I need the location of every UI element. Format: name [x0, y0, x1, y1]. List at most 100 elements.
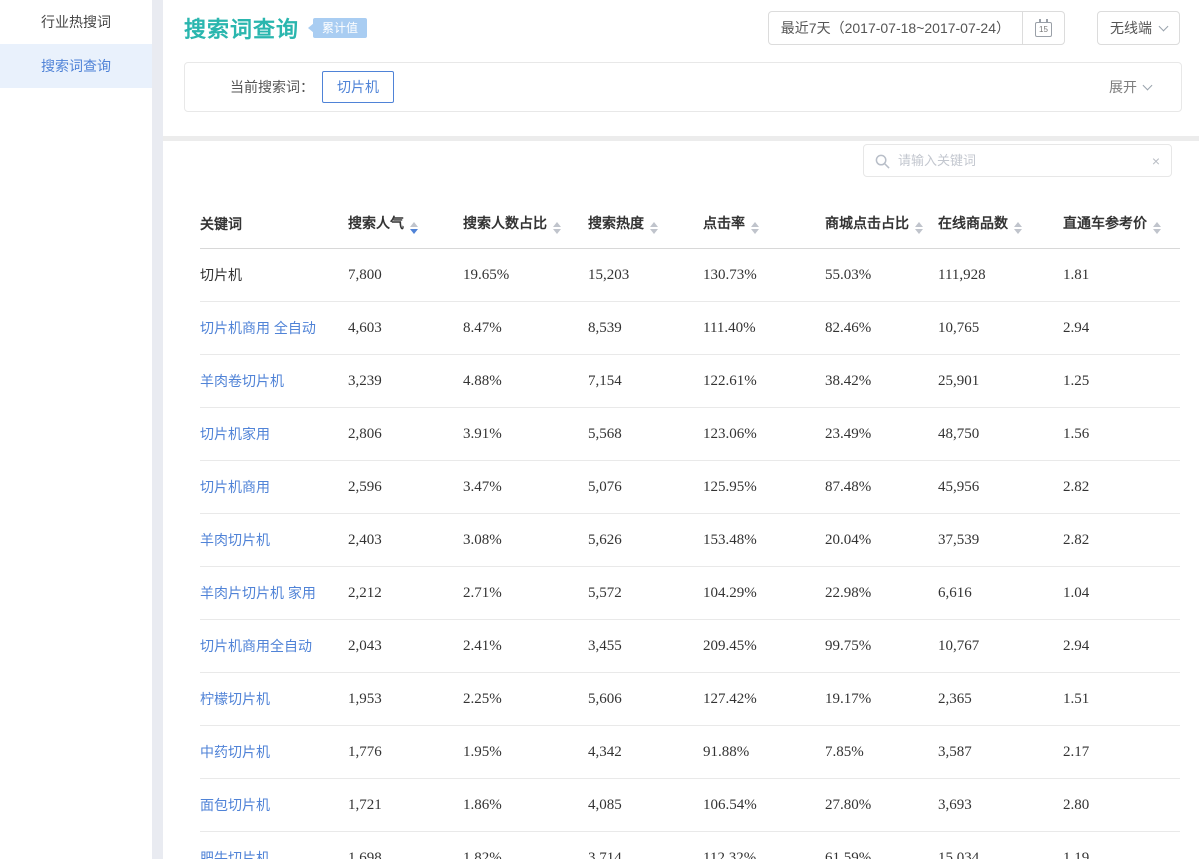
keyword-link[interactable]: 羊肉卷切片机 [200, 373, 284, 389]
keyword-link[interactable]: 柠檬切片机 [200, 691, 270, 707]
search-icon [875, 154, 890, 169]
cell-online-products: 6,616 [938, 567, 1063, 620]
column-label: 点击率 [703, 215, 745, 231]
cell-mall-click-ratio: 87.48% [825, 461, 938, 514]
cell-search-heat: 7,154 [588, 355, 703, 408]
column-header-ztc-price[interactable]: 直通车参考价 [1063, 203, 1180, 249]
column-header-searcher-ratio[interactable]: 搜索人数占比 [463, 203, 588, 249]
cell-search-heat: 15,203 [588, 249, 703, 302]
terminal-label: 无线端 [1110, 18, 1152, 38]
cell-search-popularity: 2,806 [348, 408, 463, 461]
cell-click-rate: 209.45% [703, 620, 825, 673]
table-row: 羊肉卷切片机3,2394.88%7,154122.61%38.42%25,901… [200, 355, 1180, 408]
sidebar-divider [152, 0, 163, 859]
table-row: 切片机家用2,8063.91%5,568123.06%23.49%48,7501… [200, 408, 1180, 461]
cell-click-rate: 111.40% [703, 302, 825, 355]
cell-search-popularity: 2,212 [348, 567, 463, 620]
expand-label: 展开 [1109, 77, 1137, 97]
column-label: 搜索人数占比 [463, 215, 547, 231]
sort-icon [1153, 222, 1161, 234]
clear-search-icon[interactable]: × [1152, 152, 1160, 170]
cell-search-heat: 3,455 [588, 620, 703, 673]
keyword-link[interactable]: 羊肉切片机 [200, 532, 270, 548]
cell-ztc-price: 1.25 [1063, 355, 1180, 408]
keyword-text: 切片机 [200, 267, 242, 283]
keyword-link[interactable]: 羊肉片切片机 家用 [200, 585, 316, 601]
table-row: 切片机商用 全自动4,6038.47%8,539111.40%82.46%10,… [200, 302, 1180, 355]
column-header-keyword: 关键词 [200, 203, 348, 249]
cell-searcher-ratio: 1.82% [463, 832, 588, 859]
cell-click-rate: 127.42% [703, 673, 825, 726]
keyword-link[interactable]: 切片机商用 [200, 479, 270, 495]
keyword-link[interactable]: 肥牛切片机 [200, 850, 270, 859]
cell-mall-click-ratio: 38.42% [825, 355, 938, 408]
cell-ztc-price: 1.19 [1063, 832, 1180, 859]
keyword-link[interactable]: 中药切片机 [200, 744, 270, 760]
cell-ztc-price: 2.82 [1063, 461, 1180, 514]
chevron-down-icon [1159, 21, 1169, 31]
keyword-link[interactable]: 切片机商用全自动 [200, 638, 312, 654]
cell-searcher-ratio: 3.47% [463, 461, 588, 514]
search-input[interactable] [864, 145, 1171, 176]
keyword-link[interactable]: 切片机家用 [200, 426, 270, 442]
cell-searcher-ratio: 2.71% [463, 567, 588, 620]
cell-mall-click-ratio: 61.59% [825, 832, 938, 859]
cell-ztc-price: 2.80 [1063, 779, 1180, 832]
cell-ztc-price: 2.82 [1063, 514, 1180, 567]
column-header-online-products[interactable]: 在线商品数 [938, 203, 1063, 249]
cell-online-products: 111,928 [938, 249, 1063, 302]
cell-mall-click-ratio: 20.04% [825, 514, 938, 567]
cell-online-products: 25,901 [938, 355, 1063, 408]
sort-icon [553, 222, 561, 234]
table-row: 切片机商用全自动2,0432.41%3,455209.45%99.75%10,7… [200, 620, 1180, 673]
column-header-search-popularity[interactable]: 搜索人气 [348, 203, 463, 249]
cell-mall-click-ratio: 19.17% [825, 673, 938, 726]
calendar-button[interactable]: 15 [1022, 12, 1064, 44]
table-body: 切片机7,80019.65%15,203130.73%55.03%111,928… [200, 249, 1180, 859]
column-label: 搜索热度 [588, 215, 644, 231]
expand-button[interactable]: 展开 [1109, 77, 1151, 97]
cell-click-rate: 123.06% [703, 408, 825, 461]
cell-searcher-ratio: 1.86% [463, 779, 588, 832]
date-range-label: 最近7天（2017-07-18~2017-07-24） [769, 18, 1022, 38]
terminal-dropdown[interactable]: 无线端 [1097, 11, 1180, 45]
cell-search-heat: 4,085 [588, 779, 703, 832]
cell-click-rate: 104.29% [703, 567, 825, 620]
cell-click-rate: 130.73% [703, 249, 825, 302]
keyword-link[interactable]: 面包切片机 [200, 797, 270, 813]
date-range-picker[interactable]: 最近7天（2017-07-18~2017-07-24） 15 [768, 11, 1065, 45]
table-row: 肥牛切片机1,6981.82%3,714112.32%61.59%15,0341… [200, 832, 1180, 859]
cell-searcher-ratio: 19.65% [463, 249, 588, 302]
cell-online-products: 15,034 [938, 832, 1063, 859]
table-row: 切片机商用2,5963.47%5,076125.95%87.48%45,9562… [200, 461, 1180, 514]
cell-mall-click-ratio: 27.80% [825, 779, 938, 832]
cell-searcher-ratio: 4.88% [463, 355, 588, 408]
keyword-link[interactable]: 切片机商用 全自动 [200, 320, 316, 336]
table-row: 羊肉片切片机 家用2,2122.71%5,572104.29%22.98%6,6… [200, 567, 1180, 620]
cell-online-products: 10,767 [938, 620, 1063, 673]
column-header-click-rate[interactable]: 点击率 [703, 203, 825, 249]
cell-mall-click-ratio: 7.85% [825, 726, 938, 779]
column-label: 在线商品数 [938, 215, 1008, 231]
table-toolbar: × [163, 141, 1199, 177]
calendar-icon: 15 [1035, 22, 1052, 37]
cell-searcher-ratio: 3.08% [463, 514, 588, 567]
cell-ztc-price: 1.04 [1063, 567, 1180, 620]
column-label: 关键词 [200, 216, 242, 232]
cell-online-products: 2,365 [938, 673, 1063, 726]
current-term-bar: 当前搜索词： 切片机 展开 [184, 62, 1182, 112]
cell-search-popularity: 1,721 [348, 779, 463, 832]
cell-click-rate: 106.54% [703, 779, 825, 832]
current-term-tag[interactable]: 切片机 [322, 71, 394, 103]
cell-searcher-ratio: 3.91% [463, 408, 588, 461]
cumulative-value-badge: 累计值 [313, 18, 367, 38]
cell-search-popularity: 1,776 [348, 726, 463, 779]
cell-click-rate: 122.61% [703, 355, 825, 408]
sidebar-item-1[interactable]: 搜索词查询 [0, 44, 152, 88]
cell-searcher-ratio: 1.95% [463, 726, 588, 779]
column-header-mall-click-ratio[interactable]: 商城点击占比 [825, 203, 938, 249]
column-header-search-heat[interactable]: 搜索热度 [588, 203, 703, 249]
sidebar: 行业热搜词搜索词查询 [0, 0, 152, 859]
cell-mall-click-ratio: 22.98% [825, 567, 938, 620]
sidebar-item-0[interactable]: 行业热搜词 [0, 0, 152, 44]
